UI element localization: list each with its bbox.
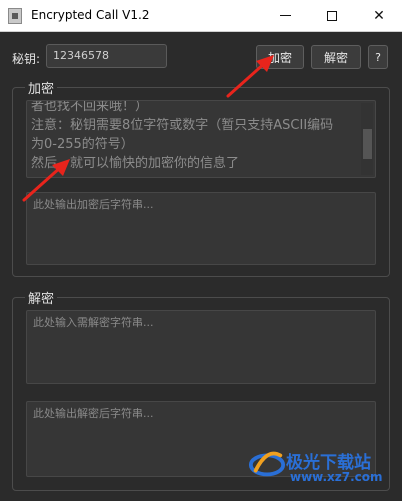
decrypt-button[interactable]: 解密: [311, 45, 361, 69]
plaintext-lines: 者也找不回来哦！） 注意：秘钥需要8位字符或数字（暂只支持ASCII编码 为0-…: [31, 100, 359, 173]
plaintext-line: 然后，就可以愉快的加密你的信息了: [31, 156, 240, 171]
close-icon: ✕: [373, 7, 385, 24]
app-icon: [8, 8, 22, 24]
plaintext-line: 者也找不回来哦！）: [31, 100, 149, 114]
close-button[interactable]: ✕: [356, 0, 402, 31]
watermark-url: www.xz7.com: [290, 470, 383, 484]
plaintext-input[interactable]: 者也找不回来哦！） 注意：秘钥需要8位字符或数字（暂只支持ASCII编码 为0-…: [26, 100, 376, 178]
maximize-icon: [327, 10, 337, 21]
encrypt-button[interactable]: 加密: [256, 45, 304, 69]
key-label: 秘钥:: [12, 52, 41, 66]
minimize-icon: [279, 15, 291, 16]
key-input[interactable]: 12346578: [46, 44, 167, 68]
help-button[interactable]: ?: [368, 45, 388, 69]
plaintext-line: 注意：秘钥需要8位字符或数字（暂只支持ASCII编码: [31, 118, 334, 133]
scrollbar-thumb[interactable]: [363, 129, 372, 159]
plaintext-scrollbar[interactable]: [361, 103, 373, 175]
minimize-button[interactable]: [262, 0, 308, 31]
encrypted-output[interactable]: 此处输出加密后字符串...: [26, 192, 376, 265]
encrypt-group-title: 加密: [25, 78, 58, 97]
maximize-button[interactable]: [309, 0, 355, 31]
ciphertext-input[interactable]: 此处输入需解密字符串...: [26, 310, 376, 384]
decrypt-group-title: 解密: [25, 288, 58, 307]
plaintext-line: 为0-255的符号）: [31, 137, 134, 152]
title-bar[interactable]: Encrypted Call V1.2 ✕: [0, 0, 402, 32]
window-title: Encrypted Call V1.2: [31, 8, 150, 22]
watermark-logo-icon: [248, 451, 286, 477]
